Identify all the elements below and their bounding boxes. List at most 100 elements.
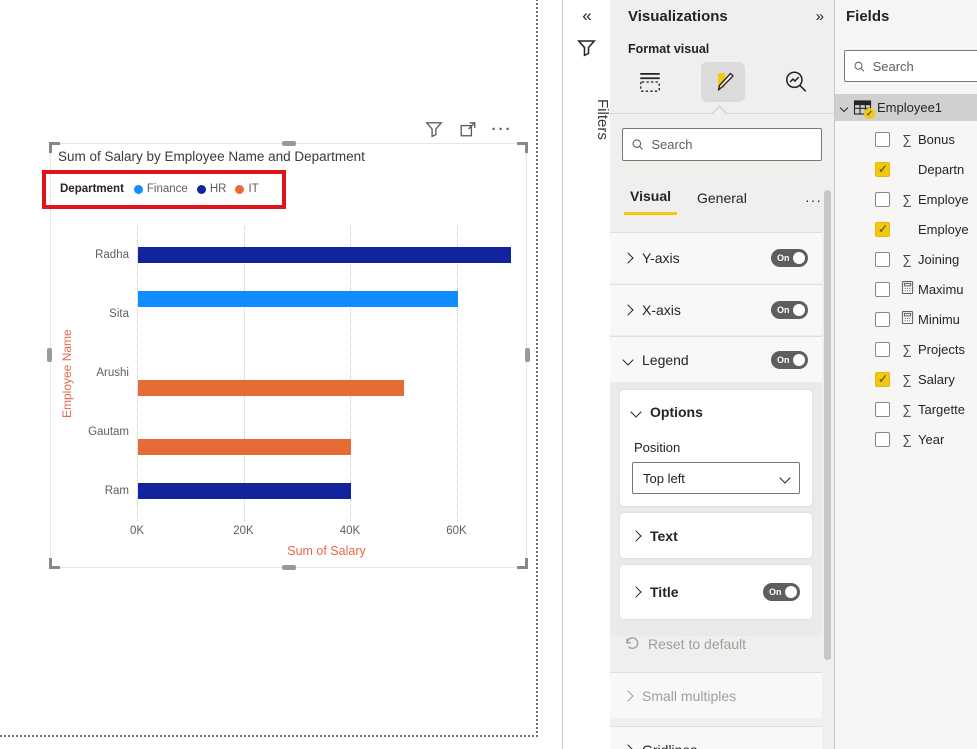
selection-handle[interactable] [525,348,530,362]
section-label: Legend [642,351,689,368]
field-checkbox[interactable] [875,161,890,177]
field-checkbox[interactable] [875,281,890,297]
selection-handle[interactable] [47,348,52,362]
fields-search-input[interactable] [872,58,973,74]
selection-handle[interactable] [49,142,60,153]
field-checkbox[interactable] [875,431,890,447]
table-employee1[interactable]: ✓ Employee1 [835,94,977,121]
fields-pane-title: Fields [846,8,890,25]
chevron-right-icon [630,586,642,598]
selection-handle[interactable] [49,558,60,569]
position-dropdown[interactable]: Top left [632,462,800,494]
field-row-salary[interactable]: ∑ Salary [835,364,977,394]
category-label: Gautam [88,426,129,438]
field-type-icon: ∑ [902,191,912,207]
tab-general[interactable]: General [691,186,753,214]
selected-icon-caret [711,105,728,122]
annotation-box-legend [42,170,286,209]
format-pane-scrollbar[interactable] [824,190,831,660]
text-label: Text [650,527,678,544]
focus-mode-icon[interactable] [458,119,478,139]
legend-toggle[interactable]: On [771,350,808,369]
section-label: Small multiples [642,687,737,704]
format-search[interactable] [622,128,822,161]
field-row-joining[interactable]: ∑ Joining [835,244,977,274]
reset-icon [626,637,639,649]
field-checkbox[interactable] [875,131,890,147]
field-label: Year [918,431,945,447]
selection-handle[interactable] [517,142,528,153]
search-icon [632,139,644,150]
section-label: Y-axis [642,250,680,266]
bar-radha[interactable] [138,247,511,263]
bar-arushi[interactable] [138,380,405,396]
tab-visual[interactable]: Visual [624,184,677,215]
table-check-badge: ✓ [864,108,875,119]
reset-to-default[interactable]: Reset to default [624,636,746,652]
text-header[interactable]: Text [620,513,812,558]
reset-label: Reset to default [648,636,747,652]
format-visual-icon[interactable] [701,62,745,102]
position-label: Position [634,440,681,455]
field-type-icon: ∑ [902,341,912,357]
fields-search[interactable] [844,50,977,82]
field-row-year[interactable]: ∑ Year [835,424,977,454]
section-gridlines[interactable]: Gridlines [610,726,822,749]
filters-funnel-icon[interactable] [577,38,596,62]
analytics-icon[interactable] [774,62,818,102]
build-visual-icon[interactable] [628,62,672,102]
field-row-projects[interactable]: ∑ Projects [835,334,977,364]
category-row: Gautam [88,403,516,462]
toggle-state: On [769,587,782,597]
y-axis-toggle[interactable]: On [771,249,808,267]
position-value: Top left [643,470,685,486]
expand-filters-icon[interactable]: « [563,6,611,26]
visualizations-pane: Visualizations » Format visual Visual Ge… [610,0,834,749]
field-checkbox[interactable] [875,371,890,387]
selection-handle[interactable] [282,141,296,146]
filters-pane-label[interactable]: Filters [563,64,611,174]
field-checkbox[interactable] [875,311,890,327]
visual-filter-icon[interactable] [424,119,444,139]
field-checkbox[interactable] [875,401,890,417]
field-checkbox[interactable] [875,341,890,357]
section-legend[interactable]: Legend On [610,336,822,382]
field-label: Bonus [918,131,955,147]
field-checkbox[interactable] [875,191,890,207]
toggle-knob [793,353,805,366]
bar-gautam[interactable] [138,439,351,455]
tabs-more-icon[interactable]: ··· [805,192,822,208]
field-row-employee-name[interactable]: Employe [835,214,977,244]
section-x-axis[interactable]: X-axis On [610,284,822,335]
more-options-icon[interactable]: ··· [492,119,512,139]
category-row: Radha [95,226,516,285]
chevron-down-icon [622,353,634,366]
field-row-department[interactable]: Departn [835,154,977,184]
category-row: Sita [109,285,516,344]
field-checkbox[interactable] [875,221,890,237]
bar-ram[interactable] [138,483,351,499]
field-row-employee-id[interactable]: ∑ Employe [835,184,977,214]
field-row-bonus[interactable]: ∑ Bonus [835,124,977,154]
search-icon [854,61,865,72]
title-toggle[interactable]: On [763,583,800,601]
options-header[interactable]: Options [620,390,812,434]
format-search-input[interactable] [651,137,813,152]
bar-sita[interactable] [138,291,458,307]
title-header[interactable]: Title On [620,565,812,619]
x-tick: 60K [446,525,467,537]
field-row-maximum[interactable]: Maximu [835,274,977,304]
table-name: Employee1 [877,100,943,115]
x-axis-toggle[interactable]: On [771,301,808,319]
field-label: Maximu [918,281,964,297]
field-row-targetted[interactable]: ∑ Targette [835,394,977,424]
category-label: Radha [95,249,129,261]
selection-handle[interactable] [517,558,528,569]
field-row-minimum[interactable]: Minimu [835,304,977,334]
section-y-axis[interactable]: Y-axis On [610,232,822,283]
selection-handle[interactable] [282,565,296,570]
chevron-right-icon [622,304,634,316]
section-small-multiples[interactable]: Small multiples [610,672,822,718]
collapse-visualizations-icon[interactable]: » [816,8,824,25]
field-checkbox[interactable] [875,251,890,267]
